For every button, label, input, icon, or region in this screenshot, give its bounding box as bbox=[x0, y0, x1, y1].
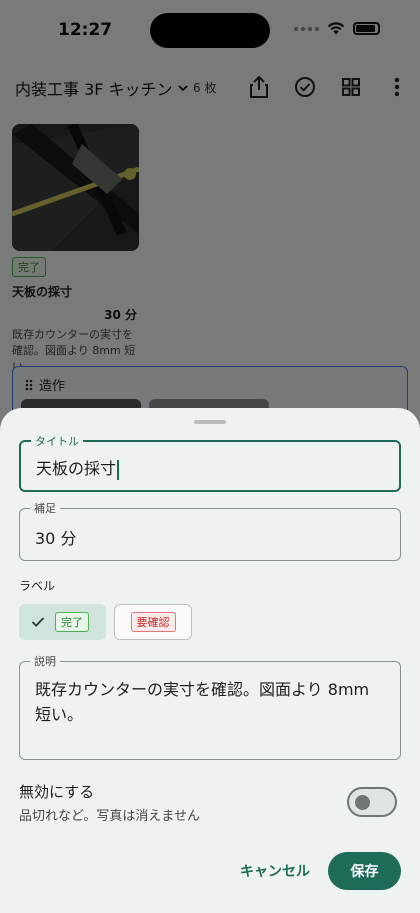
cancel-button[interactable]: キャンセル bbox=[233, 853, 317, 889]
title-field-value: 天板の採寸 bbox=[36, 459, 117, 478]
check-icon bbox=[31, 617, 45, 627]
text-caret bbox=[117, 459, 120, 480]
edit-bottom-sheet: タイトル 天板の採寸 補足 30 分 ラベル 完了 要確認 説明 既存カウンター… bbox=[0, 408, 420, 913]
title-field[interactable]: タイトル 天板の採寸 bbox=[19, 433, 401, 492]
label-chip-done-text: 完了 bbox=[55, 612, 89, 632]
note-field[interactable]: 補足 30 分 bbox=[19, 500, 401, 561]
title-field-label: タイトル bbox=[31, 433, 83, 449]
note-field-value: 30 分 bbox=[35, 529, 77, 548]
label-chip-needs-check-text: 要確認 bbox=[130, 612, 176, 632]
description-field-value: 既存カウンターの実寸を確認。図面より 8mm 短い。 bbox=[35, 680, 370, 724]
description-field-label: 説明 bbox=[30, 653, 60, 669]
disable-toggle-title: 無効にする bbox=[19, 783, 95, 801]
toggle-knob bbox=[355, 795, 370, 810]
description-field[interactable]: 説明 既存カウンターの実寸を確認。図面より 8mm 短い。 bbox=[19, 653, 401, 760]
labels-heading: ラベル bbox=[19, 579, 56, 593]
label-chip-needs-check[interactable]: 要確認 bbox=[114, 604, 192, 640]
sheet-grabber[interactable] bbox=[194, 420, 226, 424]
disable-toggle-subtitle: 品切れなど。写真は消えません bbox=[19, 809, 200, 824]
save-button[interactable]: 保存 bbox=[328, 852, 401, 890]
label-chip-done[interactable]: 完了 bbox=[19, 604, 106, 640]
note-field-label: 補足 bbox=[30, 500, 60, 516]
disable-toggle-switch[interactable] bbox=[347, 787, 397, 817]
